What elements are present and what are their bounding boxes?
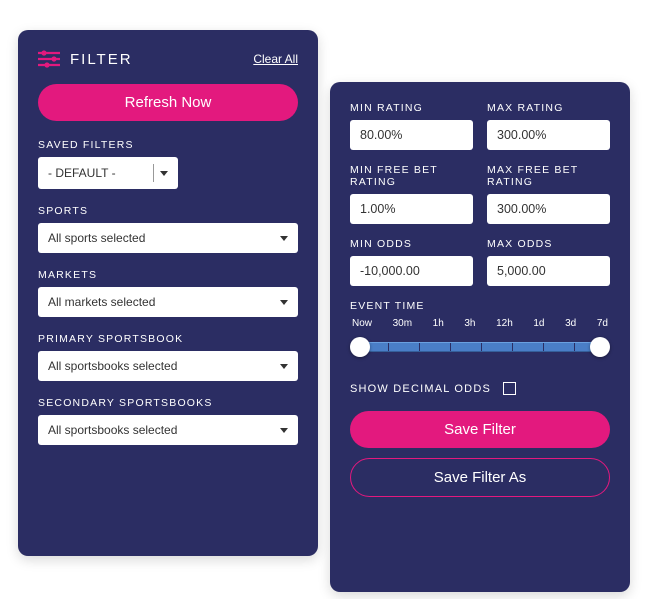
slider-thumb-min[interactable] [350, 337, 370, 357]
min-rating-input[interactable] [350, 120, 473, 150]
markets-group: MARKETS All markets selected [38, 269, 298, 317]
min-free-bet-rating-group: MIN FREE BET RATING [350, 164, 473, 224]
sports-select[interactable]: All sports selected [38, 223, 298, 253]
primary-sportsbook-value: All sportsbooks selected [48, 359, 177, 373]
chevron-down-icon [280, 236, 288, 241]
max-odds-input[interactable] [487, 256, 610, 286]
max-odds-label: MAX ODDS [487, 238, 610, 250]
tick: Now [352, 318, 372, 329]
primary-sportsbook-group: PRIMARY SPORTSBOOK All sportsbooks selec… [38, 333, 298, 381]
max-free-bet-rating-label: MAX FREE BET RATING [487, 164, 610, 188]
sports-group: SPORTS All sports selected [38, 205, 298, 253]
chevron-down-icon [280, 300, 288, 305]
markets-label: MARKETS [38, 269, 298, 281]
event-time-slider[interactable]: Now 30m 1h 3h 12h 1d 3d 7d [350, 318, 610, 362]
saved-filters-select[interactable]: - DEFAULT - [38, 157, 178, 189]
sports-label: SPORTS [38, 205, 298, 217]
filter-title: FILTER [38, 50, 133, 68]
max-odds-group: MAX ODDS [487, 238, 610, 286]
filter-title-text: FILTER [70, 51, 133, 68]
show-decimal-odds-checkbox[interactable] [503, 382, 516, 395]
filter-panel-left: FILTER Clear All Refresh Now SAVED FILTE… [18, 30, 318, 556]
clear-all-link[interactable]: Clear All [253, 52, 298, 66]
max-rating-group: MAX RATING [487, 102, 610, 150]
tick: 7d [597, 318, 608, 329]
tick: 1h [433, 318, 444, 329]
save-filter-button[interactable]: Save Filter [350, 411, 610, 448]
select-divider [153, 164, 154, 182]
secondary-sportsbooks-select[interactable]: All sportsbooks selected [38, 415, 298, 445]
tick: 3h [464, 318, 475, 329]
show-decimal-odds-row: SHOW DECIMAL ODDS [350, 382, 610, 395]
min-odds-group: MIN ODDS [350, 238, 473, 286]
event-time-group: EVENT TIME Now 30m 1h 3h 12h 1d 3d 7d [350, 300, 610, 362]
chevron-down-icon [280, 364, 288, 369]
min-free-bet-rating-input[interactable] [350, 194, 473, 224]
markets-select[interactable]: All markets selected [38, 287, 298, 317]
min-free-bet-rating-label: MIN FREE BET RATING [350, 164, 473, 188]
saved-filters-label: SAVED FILTERS [38, 139, 298, 151]
secondary-sportsbooks-label: SECONDARY SPORTSBOOKS [38, 397, 298, 409]
filter-panel-right: MIN RATING MAX RATING MIN FREE BET RATIN… [330, 82, 630, 592]
chevron-down-icon [160, 171, 168, 176]
free-bet-rating-row: MIN FREE BET RATING MAX FREE BET RATING [350, 164, 610, 224]
max-free-bet-rating-group: MAX FREE BET RATING [487, 164, 610, 224]
max-rating-label: MAX RATING [487, 102, 610, 114]
secondary-sportsbooks-group: SECONDARY SPORTSBOOKS All sportsbooks se… [38, 397, 298, 445]
slider-track [358, 342, 602, 352]
max-free-bet-rating-input[interactable] [487, 194, 610, 224]
event-time-label: EVENT TIME [350, 300, 610, 312]
min-rating-group: MIN RATING [350, 102, 473, 150]
filter-header: FILTER Clear All [38, 50, 298, 68]
chevron-down-icon [280, 428, 288, 433]
show-decimal-odds-label: SHOW DECIMAL ODDS [350, 383, 491, 395]
sports-value: All sports selected [48, 231, 145, 245]
saved-filters-value: - DEFAULT - [48, 166, 116, 180]
tick: 3d [565, 318, 576, 329]
save-filter-as-button[interactable]: Save Filter As [350, 458, 610, 497]
rating-row: MIN RATING MAX RATING [350, 102, 610, 150]
min-odds-input[interactable] [350, 256, 473, 286]
markets-value: All markets selected [48, 295, 155, 309]
min-rating-label: MIN RATING [350, 102, 473, 114]
filter-icon [38, 50, 60, 68]
primary-sportsbook-label: PRIMARY SPORTSBOOK [38, 333, 298, 345]
secondary-sportsbooks-value: All sportsbooks selected [48, 423, 177, 437]
event-time-ticks: Now 30m 1h 3h 12h 1d 3d 7d [350, 318, 610, 329]
slider-thumb-max[interactable] [590, 337, 610, 357]
tick: 1d [533, 318, 544, 329]
saved-filters-group: SAVED FILTERS - DEFAULT - [38, 139, 298, 189]
primary-sportsbook-select[interactable]: All sportsbooks selected [38, 351, 298, 381]
odds-row: MIN ODDS MAX ODDS [350, 238, 610, 286]
tick: 30m [393, 318, 412, 329]
tick: 12h [496, 318, 513, 329]
max-rating-input[interactable] [487, 120, 610, 150]
refresh-now-button[interactable]: Refresh Now [38, 84, 298, 121]
min-odds-label: MIN ODDS [350, 238, 473, 250]
